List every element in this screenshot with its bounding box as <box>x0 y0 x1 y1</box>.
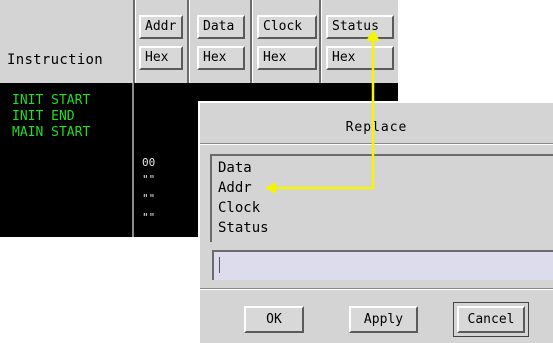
annotation-arrow-icon <box>265 30 380 194</box>
